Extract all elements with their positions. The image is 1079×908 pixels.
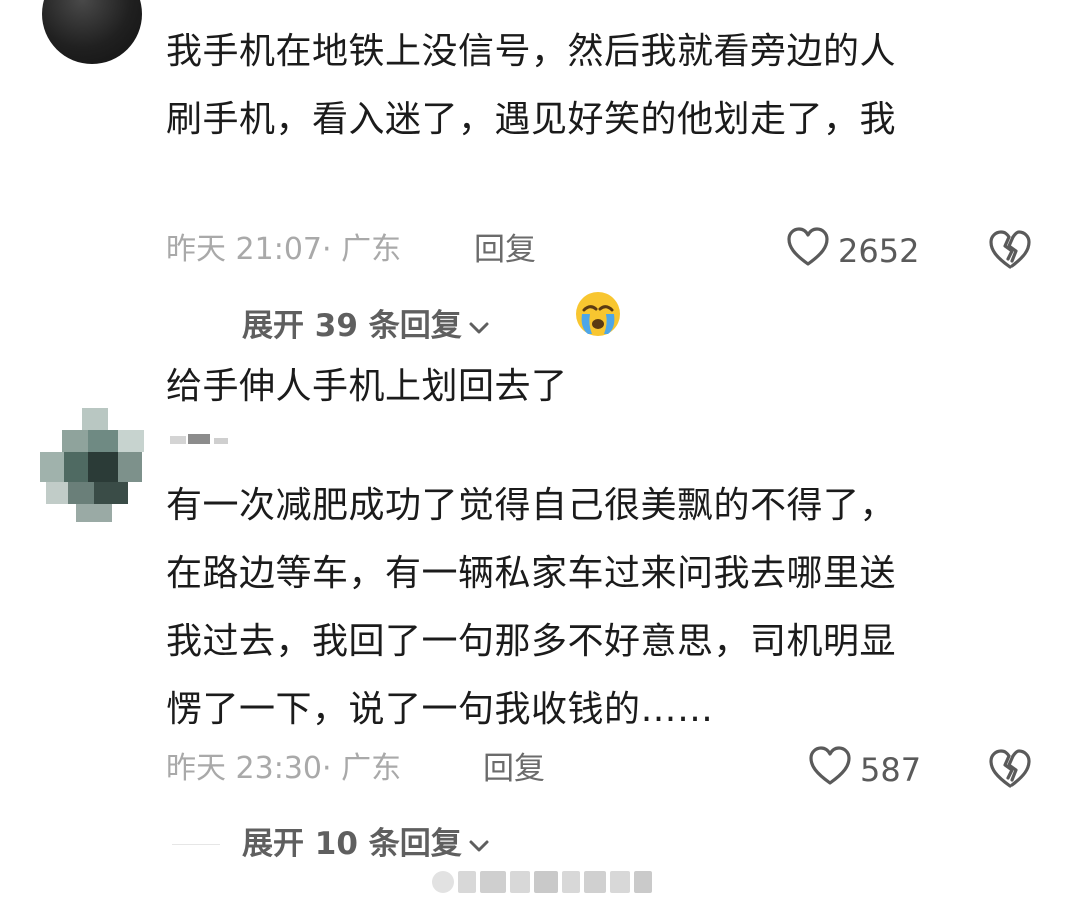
location: 广东: [341, 232, 402, 267]
expand-replies-button[interactable]: 展开 39 条回复: [242, 304, 490, 348]
expand-replies-button[interactable]: 展开 10 条回复: [242, 822, 490, 866]
timestamp: 昨天 23:30·: [166, 751, 332, 786]
like-button[interactable]: 587: [808, 745, 922, 795]
broken-heart-icon: [988, 230, 1032, 275]
comment-text: 我手机在地铁上没信号，然后我就看旁边的人 刷手机，看入迷了，遇见好笑的他划走了，…: [166, 31, 897, 407]
reply-button[interactable]: 回复: [483, 749, 545, 789]
watermark: [432, 868, 656, 896]
comment-meta: 昨天 21:07· 广东: [166, 230, 401, 270]
chevron-down-icon: [468, 304, 490, 348]
user-avatar[interactable]: [42, 0, 142, 64]
heart-icon: [808, 745, 852, 795]
crying-face-icon: [574, 154, 622, 336]
username: [170, 434, 240, 446]
heart-icon: [786, 226, 830, 276]
expand-replies-label: 展开 10 条回复: [242, 826, 462, 862]
dislike-button[interactable]: [988, 229, 1032, 273]
reply-button[interactable]: 回复: [474, 230, 536, 270]
dislike-button[interactable]: [988, 748, 1032, 792]
comment-meta: 昨天 23:30· 广东: [166, 749, 401, 789]
like-button[interactable]: 2652: [786, 226, 920, 276]
comment-text: 有一次减肥成功了觉得自己很美飘的不得了， 在路边等车，有一辆私家车过来问我去哪里…: [166, 485, 897, 730]
like-count: 2652: [838, 232, 920, 270]
broken-heart-icon: [988, 749, 1032, 794]
divider: [172, 844, 220, 845]
chevron-down-icon: [468, 822, 490, 866]
expand-replies-label: 展开 39 条回复: [242, 308, 462, 344]
timestamp: 昨天 21:07·: [166, 232, 332, 267]
location: 广东: [341, 751, 402, 786]
like-count: 587: [860, 751, 922, 789]
user-avatar[interactable]: [40, 408, 144, 524]
